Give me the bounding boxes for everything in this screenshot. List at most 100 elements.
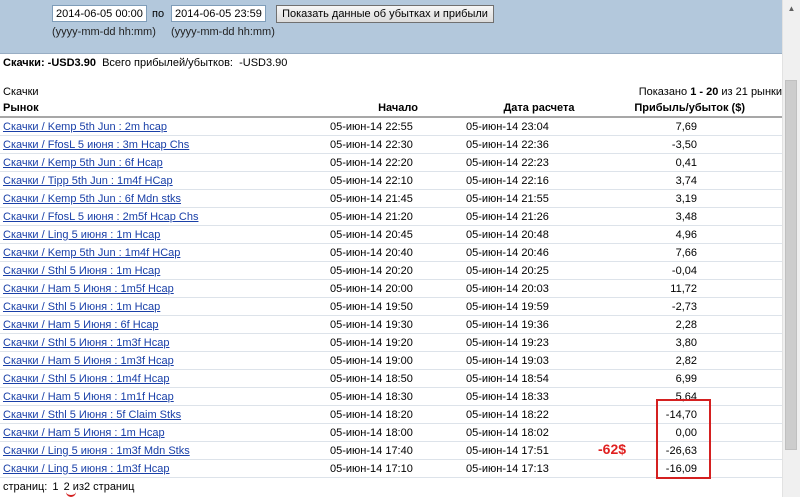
table-row: Скачки / Kemp 5th Jun : 1m4f HCap 05-июн-… bbox=[0, 243, 783, 262]
start-time-cell: 05-июн-14 20:20 bbox=[330, 261, 466, 280]
market-cell: Скачки / Sthl 5 Июня : 1m4f Hcap bbox=[0, 369, 330, 388]
market-cell: Скачки / Ham 5 Июня : 6f Hcap bbox=[0, 315, 330, 334]
scrollbar-thumb[interactable] bbox=[785, 80, 797, 450]
date-to-format-hint: (yyyy-mm-dd hh:mm) bbox=[171, 26, 275, 38]
start-time-cell: 05-июн-14 22:20 bbox=[330, 153, 466, 172]
header-start[interactable]: Начало bbox=[330, 99, 466, 118]
settled-time-cell: 05-июн-14 17:51 bbox=[466, 441, 612, 460]
market-link[interactable]: Скачки / Ham 5 Июня : 6f Hcap bbox=[3, 319, 158, 331]
market-link[interactable]: Скачки / Sthl 5 Июня : 1m Hcap bbox=[3, 301, 160, 313]
shown-prefix: Показано bbox=[638, 86, 688, 98]
market-link[interactable]: Скачки / Ling 5 июня : 1m3f Mdn Stks bbox=[3, 445, 190, 457]
market-link[interactable]: Скачки / Ling 5 июня : 1m Hcap bbox=[3, 229, 160, 241]
profit-loss-cell: 2,28 bbox=[612, 315, 783, 334]
total-label: Всего прибылей/убытков: bbox=[102, 57, 233, 69]
start-time-cell: 05-июн-14 17:10 bbox=[330, 459, 466, 478]
table-row: Скачки / Ham 5 Июня : 1m5f Hcap 05-июн-14… bbox=[0, 279, 783, 298]
market-link[interactable]: Скачки / Sthl 5 Июня : 1m4f Hcap bbox=[3, 373, 169, 385]
header-market[interactable]: Рынок bbox=[0, 99, 330, 118]
table-row: Скачки / Ling 5 июня : 1m Hcap 05-июн-14 … bbox=[0, 225, 783, 244]
table-row: Скачки / Sthl 5 Июня : 1m Hcap 05-июн-14 … bbox=[0, 297, 783, 316]
settled-time-cell: 05-июн-14 18:22 bbox=[466, 405, 612, 424]
start-time-cell: 05-июн-14 18:30 bbox=[330, 387, 466, 406]
start-time-cell: 05-июн-14 19:20 bbox=[330, 333, 466, 352]
market-link[interactable]: Скачки / Ham 5 Июня : 1m5f Hcap bbox=[3, 283, 174, 295]
table-row: Скачки / Sthl 5 Июня : 1m4f Hcap 05-июн-1… bbox=[0, 369, 783, 388]
vertical-scrollbar[interactable]: ▲ bbox=[782, 0, 800, 497]
section-label: Скачки bbox=[3, 86, 39, 98]
start-time-cell: 05-июн-14 19:00 bbox=[330, 351, 466, 370]
table-header-row: Рынок Начало Дата расчета Прибыль/убыток… bbox=[0, 99, 783, 118]
total-value: -USD3.90 bbox=[239, 57, 288, 69]
market-link[interactable]: Скачки / Ham 5 Июня : 1m3f Hcap bbox=[3, 355, 174, 367]
market-link[interactable]: Скачки / Kemp 5th Jun : 6f Mdn stks bbox=[3, 193, 181, 205]
pager-total: из2 страниц bbox=[72, 481, 135, 493]
start-time-cell: 05-июн-14 18:20 bbox=[330, 405, 466, 424]
loss-highlight-box bbox=[656, 399, 711, 479]
market-cell: Скачки / Kemp 5th Jun : 2m hcap bbox=[0, 117, 330, 136]
settled-time-cell: 05-июн-14 19:36 bbox=[466, 315, 612, 334]
start-time-cell: 05-июн-14 20:40 bbox=[330, 243, 466, 262]
market-cell: Скачки / Kemp 5th Jun : 6f Mdn stks bbox=[0, 189, 330, 208]
table-row: Скачки / Kemp 5th Jun : 2m hcap 05-июн-14… bbox=[0, 117, 783, 136]
table-row: Скачки / Kemp 5th Jun : 6f Hcap 05-июн-14… bbox=[0, 153, 783, 172]
loss-annotation: -62$ bbox=[598, 441, 627, 457]
market-link[interactable]: Скачки / Ling 5 июня : 1m3f Hcap bbox=[3, 463, 170, 475]
start-time-cell: 05-июн-14 22:10 bbox=[330, 171, 466, 190]
show-profit-loss-button[interactable]: Показать данные об убытках и прибыли bbox=[276, 5, 494, 23]
profit-loss-cell: 6,99 bbox=[612, 369, 783, 388]
start-time-cell: 05-июн-14 18:00 bbox=[330, 423, 466, 442]
settled-time-cell: 05-июн-14 18:02 bbox=[466, 423, 612, 442]
market-cell: Скачки / Ling 5 июня : 1m Hcap bbox=[0, 225, 330, 244]
date-from-input[interactable] bbox=[52, 5, 147, 22]
market-cell: Скачки / Ham 5 Июня : 1m1f Hcap bbox=[0, 387, 330, 406]
start-time-cell: 05-июн-14 22:30 bbox=[330, 135, 466, 154]
shown-suffix: из 21 рынки bbox=[721, 86, 782, 98]
profit-loss-cell: -0,04 bbox=[612, 261, 783, 280]
table-row: Скачки / Ham 5 Июня : 1m3f Hcap 05-июн-14… bbox=[0, 351, 783, 370]
profit-loss-cell: -3,50 bbox=[612, 135, 783, 154]
table-row: Скачки / Sthl 5 Июня : 1m3f Hcap 05-июн-1… bbox=[0, 333, 783, 352]
settled-time-cell: 05-июн-14 22:16 bbox=[466, 171, 612, 190]
start-time-cell: 05-июн-14 20:00 bbox=[330, 279, 466, 298]
market-link[interactable]: Скачки / Sthl 5 Июня : 1m Hcap bbox=[3, 265, 160, 277]
market-link[interactable]: Скачки / Sthl 5 Июня : 5f Claim Stks bbox=[3, 409, 181, 421]
date-from-format-hint: (yyyy-mm-dd hh:mm) bbox=[52, 26, 156, 38]
market-link[interactable]: Скачки / Ham 5 Июня : 1m Hcap bbox=[3, 427, 165, 439]
header-profit-loss[interactable]: Прибыль/убыток ($) bbox=[612, 99, 783, 118]
market-cell: Скачки / FfosL 5 июня : 2m5f Hcap Chs bbox=[0, 207, 330, 226]
summary-line: Скачки: -USD3.90 Всего прибылей/убытков:… bbox=[3, 57, 287, 69]
start-time-cell: 05-июн-14 21:20 bbox=[330, 207, 466, 226]
date-to-input[interactable] bbox=[171, 5, 266, 22]
market-link[interactable]: Скачки / Kemp 5th Jun : 1m4f HCap bbox=[3, 247, 180, 259]
market-cell: Скачки / Kemp 5th Jun : 1m4f HCap bbox=[0, 243, 330, 262]
market-link[interactable]: Скачки / Ham 5 Июня : 1m1f Hcap bbox=[3, 391, 174, 403]
start-time-cell: 05-июн-14 17:40 bbox=[330, 441, 466, 460]
market-cell: Скачки / Sthl 5 Июня : 1m3f Hcap bbox=[0, 333, 330, 352]
profit-loss-cell: 3,48 bbox=[612, 207, 783, 226]
scroll-up-arrow-icon[interactable]: ▲ bbox=[783, 0, 800, 17]
profit-loss-cell: 7,69 bbox=[612, 117, 783, 136]
table-row: Скачки / Kemp 5th Jun : 6f Mdn stks 05-ию… bbox=[0, 189, 783, 208]
start-time-cell: 05-июн-14 21:45 bbox=[330, 189, 466, 208]
market-cell: Скачки / Ham 5 Июня : 1m Hcap bbox=[0, 423, 330, 442]
market-link[interactable]: Скачки / Tipp 5th Jun : 1m4f HCap bbox=[3, 175, 173, 187]
market-cell: Скачки / FfosL 5 июня : 3m Hcap Chs bbox=[0, 135, 330, 154]
market-cell: Скачки / Sthl 5 Июня : 1m Hcap bbox=[0, 297, 330, 316]
settled-time-cell: 05-июн-14 19:23 bbox=[466, 333, 612, 352]
market-cell: Скачки / Sthl 5 Июня : 5f Claim Stks bbox=[0, 405, 330, 424]
header-settled[interactable]: Дата расчета bbox=[466, 99, 612, 118]
start-time-cell: 05-июн-14 19:30 bbox=[330, 315, 466, 334]
market-link[interactable]: Скачки / FfosL 5 июня : 3m Hcap Chs bbox=[3, 139, 189, 151]
page-1-link[interactable]: 1 bbox=[52, 481, 58, 493]
market-link[interactable]: Скачки / FfosL 5 июня : 2m5f Hcap Chs bbox=[3, 211, 198, 223]
market-link[interactable]: Скачки / Sthl 5 Июня : 1m3f Hcap bbox=[3, 337, 169, 349]
market-link[interactable]: Скачки / Kemp 5th Jun : 2m hcap bbox=[3, 121, 167, 133]
table-row: Скачки / FfosL 5 июня : 3m Hcap Chs 05-ию… bbox=[0, 135, 783, 154]
profit-loss-cell: 7,66 bbox=[612, 243, 783, 262]
market-link[interactable]: Скачки / Kemp 5th Jun : 6f Hcap bbox=[3, 157, 163, 169]
settled-time-cell: 05-июн-14 21:55 bbox=[466, 189, 612, 208]
settled-time-cell: 05-июн-14 17:13 bbox=[466, 459, 612, 478]
pager-label: страниц: bbox=[3, 481, 48, 493]
market-cell: Скачки / Ling 5 июня : 1m3f Hcap bbox=[0, 459, 330, 478]
